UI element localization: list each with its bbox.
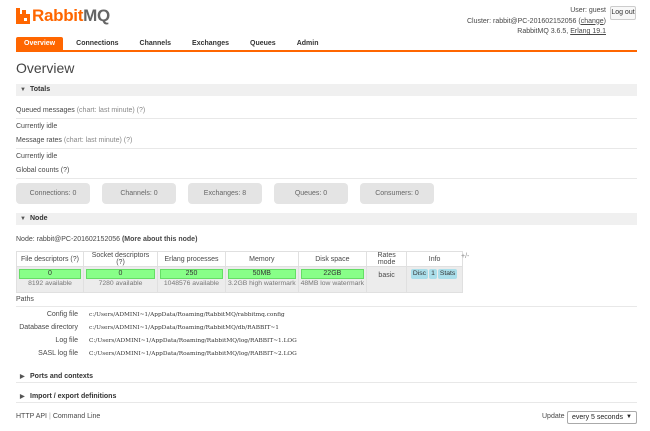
info-tag-stats: Stats <box>437 269 458 279</box>
config-file-value: c:/Users/ADMINI~1/AppData/Roaming/Rabbit… <box>89 311 285 318</box>
sasl-log-file-value: C:/Users/ADMINI~1/AppData/Roaming/Rabbit… <box>89 350 297 357</box>
rates-mode-cell: basic <box>366 266 408 293</box>
config-file-label: Config file <box>46 311 78 318</box>
table-row: Config file c:/Users/ADMINI~1/AppData/Ro… <box>16 308 297 321</box>
totals-section-header[interactable]: ▼ Totals <box>16 84 637 96</box>
change-cluster-link[interactable]: change <box>581 18 604 25</box>
ports-contexts-section-header[interactable]: ▶ Ports and contexts <box>16 371 637 383</box>
file-descriptors-bar: 0 <box>19 269 81 279</box>
version-label: RabbitMQ 3.6.5, Erlang 19.1 <box>517 28 606 35</box>
divider <box>16 178 637 179</box>
queued-messages-label: Queued messages (chart: last minute) (?) <box>16 107 146 114</box>
queued-idle-text: Currently idle <box>16 123 58 130</box>
collapsed-arrow-icon: ▶ <box>20 374 25 380</box>
col-erlang-processes: Erlang processes <box>157 251 226 267</box>
user-label: User: guest <box>570 7 606 14</box>
table-row: SASL log file C:/Users/ADMINI~1/AppData/… <box>16 347 297 360</box>
table-row: Database directory c:/Users/ADMINI~1/App… <box>16 321 297 334</box>
log-file-value: C:/Users/ADMINI~1/AppData/Roaming/Rabbit… <box>89 337 297 344</box>
file-descriptors-available: 8192 available <box>28 280 72 287</box>
expanded-arrow-icon: ▼ <box>20 216 26 222</box>
update-interval-select[interactable]: every 5 seconds ▼ <box>567 411 637 424</box>
erlang-processes-available: 1048576 available <box>163 280 220 287</box>
message-rates-label: Message rates (chart: last minute) (?) <box>16 137 133 144</box>
main-nav: Overview Connections Channels Exchanges … <box>16 37 331 50</box>
more-about-node-link[interactable]: (More about this node) <box>122 236 197 243</box>
divider <box>16 306 637 307</box>
memory-bar: 50MB <box>228 269 296 279</box>
tab-exchanges[interactable]: Exchanges <box>184 37 237 50</box>
nav-underline <box>16 50 637 52</box>
info-tag-count: 1 <box>429 269 437 279</box>
col-info: Info <box>406 251 464 267</box>
user-info: User: guest Cluster: rabbit@PC-201602152… <box>467 6 606 38</box>
erlang-processes-bar: 250 <box>160 269 223 279</box>
divider <box>16 148 637 149</box>
col-file-descriptors: File descriptors (?) <box>16 251 84 267</box>
expanded-arrow-icon: ▼ <box>20 87 26 93</box>
collapsed-arrow-icon: ▶ <box>20 394 25 400</box>
node-name-label: Node: rabbit@PC-201602152056 (More about… <box>16 236 198 243</box>
global-counts: Connections: 0 Channels: 0 Exchanges: 8 … <box>16 183 446 204</box>
node-section-header[interactable]: ▼ Node <box>16 213 637 225</box>
exchanges-count-button[interactable]: Exchanges: 8 <box>188 183 262 204</box>
channels-count-button[interactable]: Channels: 0 <box>102 183 176 204</box>
disk-space-cell: 22GB 48MB low watermark <box>297 266 368 293</box>
table-row: Log file C:/Users/ADMINI~1/AppData/Roami… <box>16 334 297 347</box>
sasl-log-file-label: SASL log file <box>38 350 78 357</box>
rabbitmq-logo: RabbitMQ <box>16 6 110 26</box>
import-export-section-header[interactable]: ▶ Import / export definitions <box>16 391 637 403</box>
tab-channels[interactable]: Channels <box>132 37 180 50</box>
tab-connections[interactable]: Connections <box>68 37 126 50</box>
http-api-link[interactable]: HTTP API <box>16 413 47 420</box>
rates-idle-text: Currently idle <box>16 153 58 160</box>
paths-heading: Paths <box>16 296 34 303</box>
column-toggle-link[interactable]: +/- <box>461 253 469 260</box>
cluster-label: Cluster: rabbit@PC-201602152056 (change) <box>466 17 606 25</box>
table-row: 0 8192 available 0 7280 available 250 10… <box>16 266 464 293</box>
node-stats-table: File descriptors (?) Socket descriptors … <box>16 251 464 293</box>
database-directory-value: c:/Users/ADMINI~1/AppData/Roaming/Rabbit… <box>89 324 279 331</box>
tab-overview[interactable]: Overview <box>16 37 64 50</box>
consumers-count-button[interactable]: Consumers: 0 <box>360 183 434 204</box>
divider <box>16 118 637 119</box>
paths-table: Config file c:/Users/ADMINI~1/AppData/Ro… <box>16 308 297 360</box>
socket-descriptors-available: 7280 available <box>98 280 143 287</box>
queues-count-button[interactable]: Queues: 0 <box>274 183 348 204</box>
memory-cell: 50MB 3.2GB high watermark <box>225 266 299 293</box>
rabbit-logo-icon <box>16 8 30 24</box>
tab-admin[interactable]: Admin <box>289 37 327 50</box>
erlang-link[interactable]: Erlang 19.1 <box>570 28 606 35</box>
info-tag-disc: Disc <box>410 269 429 279</box>
global-counts-label: Global counts (?) <box>16 167 70 174</box>
command-line-link[interactable]: Command Line <box>53 413 100 420</box>
dropdown-arrow-icon: ▼ <box>626 414 632 420</box>
tab-queues[interactable]: Queues <box>242 37 284 50</box>
rates-mode-value: basic <box>378 272 395 279</box>
socket-descriptors-bar: 0 <box>86 269 155 279</box>
info-cell: Disc 1 Stats <box>406 266 464 293</box>
col-socket-descriptors: Socket descriptors (?) <box>83 251 158 267</box>
update-label: Update <box>542 413 565 420</box>
disk-space-watermark: 48MB low watermark <box>300 280 365 287</box>
footer-links: HTTP API | Command Line <box>16 413 101 420</box>
file-descriptors-cell: 0 8192 available <box>16 266 84 293</box>
database-directory-label: Database directory <box>19 324 78 331</box>
disk-space-bar: 22GB <box>300 269 365 279</box>
erlang-processes-cell: 250 1048576 available <box>157 266 226 293</box>
log-file-label: Log file <box>55 337 78 344</box>
socket-descriptors-cell: 0 7280 available <box>83 266 158 293</box>
connections-count-button[interactable]: Connections: 0 <box>16 183 90 204</box>
col-rates-mode: Rates mode <box>366 251 408 267</box>
col-disk-space: Disk space <box>297 251 368 267</box>
page-title: Overview <box>16 60 75 76</box>
logout-button[interactable]: Log out <box>610 6 636 20</box>
memory-watermark: 3.2GB high watermark <box>228 280 296 287</box>
col-memory: Memory <box>225 251 299 267</box>
